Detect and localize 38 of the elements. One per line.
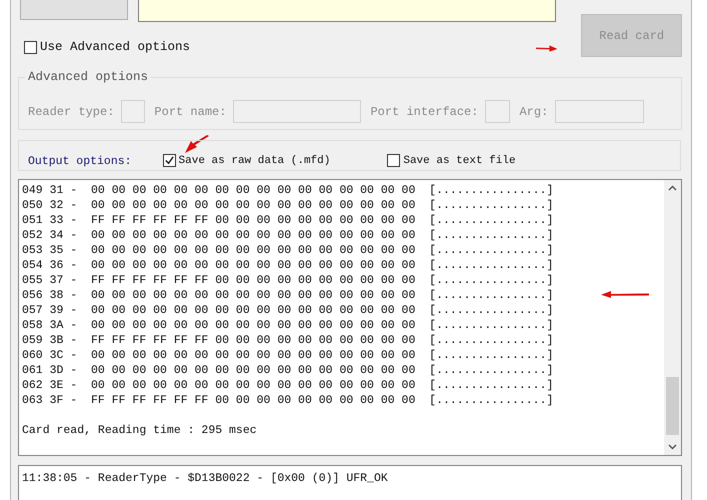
hex-line: 049 31 - 00 00 00 00 00 00 00 00 00 00 00 00 00 00 00 00 [................] — [22, 183, 554, 198]
checkbox[interactable] — [387, 154, 400, 167]
output-options-label: Output options: — [28, 155, 132, 168]
hex-line: 053 35 - 00 00 00 00 00 00 00 00 00 00 00 00 00 00 00 00 [................] — [22, 243, 554, 258]
field-label: Arg: — [519, 104, 548, 118]
hex-line: 057 39 - 00 00 00 00 00 00 00 00 00 00 00 00 00 00 00 00 [................] — [22, 303, 554, 318]
checkbox[interactable] — [162, 154, 176, 167]
log-line: 11:38:05 - ReaderType - $D13B0022 - [0x00 (0)] UFR_OK — [22, 471, 388, 486]
hex-line: 062 3E - 00 00 00 00 00 00 00 00 00 00 00 00 00 00 00 00 [................] — [22, 378, 554, 393]
hex-line: 050 32 - 00 00 00 00 00 00 00 00 00 00 00 00 00 00 00 00 [................] — [22, 198, 554, 213]
top-button[interactable] — [20, 0, 128, 20]
field-label: Port name: — [154, 104, 226, 118]
hex-line: 061 3D - 00 00 00 00 00 00 00 00 00 00 00 00 00 00 00 00 [................] — [22, 363, 554, 378]
hex-line: 055 37 - FF FF FF FF FF FF 00 00 00 00 00 00 00 00 00 00 [................] — [22, 273, 554, 288]
annotation-arrow-icon — [601, 291, 649, 298]
checkbox-label: Use Advanced options — [40, 40, 190, 54]
scrollbar-thumb[interactable] — [666, 377, 679, 435]
hex-line: 058 3A - 00 00 00 00 00 00 00 00 00 00 00 00 00 00 00 00 [................] — [22, 318, 554, 333]
scroll-down-icon[interactable] — [668, 444, 677, 450]
scroll-up-icon[interactable] — [668, 185, 677, 191]
checkbox-label: Save as text file — [403, 154, 516, 166]
field-label: Port interface: — [370, 104, 478, 118]
scrollbar[interactable] — [664, 180, 681, 455]
annotation-arrow-icon — [183, 135, 209, 153]
hex-line: 054 36 - 00 00 00 00 00 00 00 00 00 00 00 00 00 00 00 00 [................] — [22, 258, 554, 273]
input-field[interactable] — [138, 0, 556, 22]
annotation-arrow-icon — [536, 45, 558, 52]
hex-line: 051 33 - FF FF FF FF FF FF 00 00 00 00 00 00 00 00 00 00 [................] — [22, 213, 554, 228]
field-label: Reader type: — [28, 104, 114, 118]
group-title: Advanced options — [25, 70, 152, 84]
hex-line: 059 3B - FF FF FF FF FF FF 00 00 00 00 00 00 00 00 00 00 [................] — [22, 333, 554, 348]
hex-line: 052 34 - 00 00 00 00 00 00 00 00 00 00 00 00 00 00 00 00 [................] — [22, 228, 554, 243]
hex-line: 056 38 - 00 00 00 00 00 00 00 00 00 00 00 00 00 00 00 00 [................] — [22, 288, 554, 303]
checkbox-label: Save as raw data (.mfd) — [178, 154, 330, 166]
hex-line: 063 3F - FF FF FF FF FF FF 00 00 00 00 00 00 00 00 00 00 [................] — [22, 393, 554, 408]
status-text: Card read, Reading time : 295 msec — [22, 423, 257, 438]
hex-line: 060 3C - 00 00 00 00 00 00 00 00 00 00 00 00 00 00 00 00 [................] — [22, 348, 554, 363]
checkbox[interactable] — [24, 40, 37, 54]
